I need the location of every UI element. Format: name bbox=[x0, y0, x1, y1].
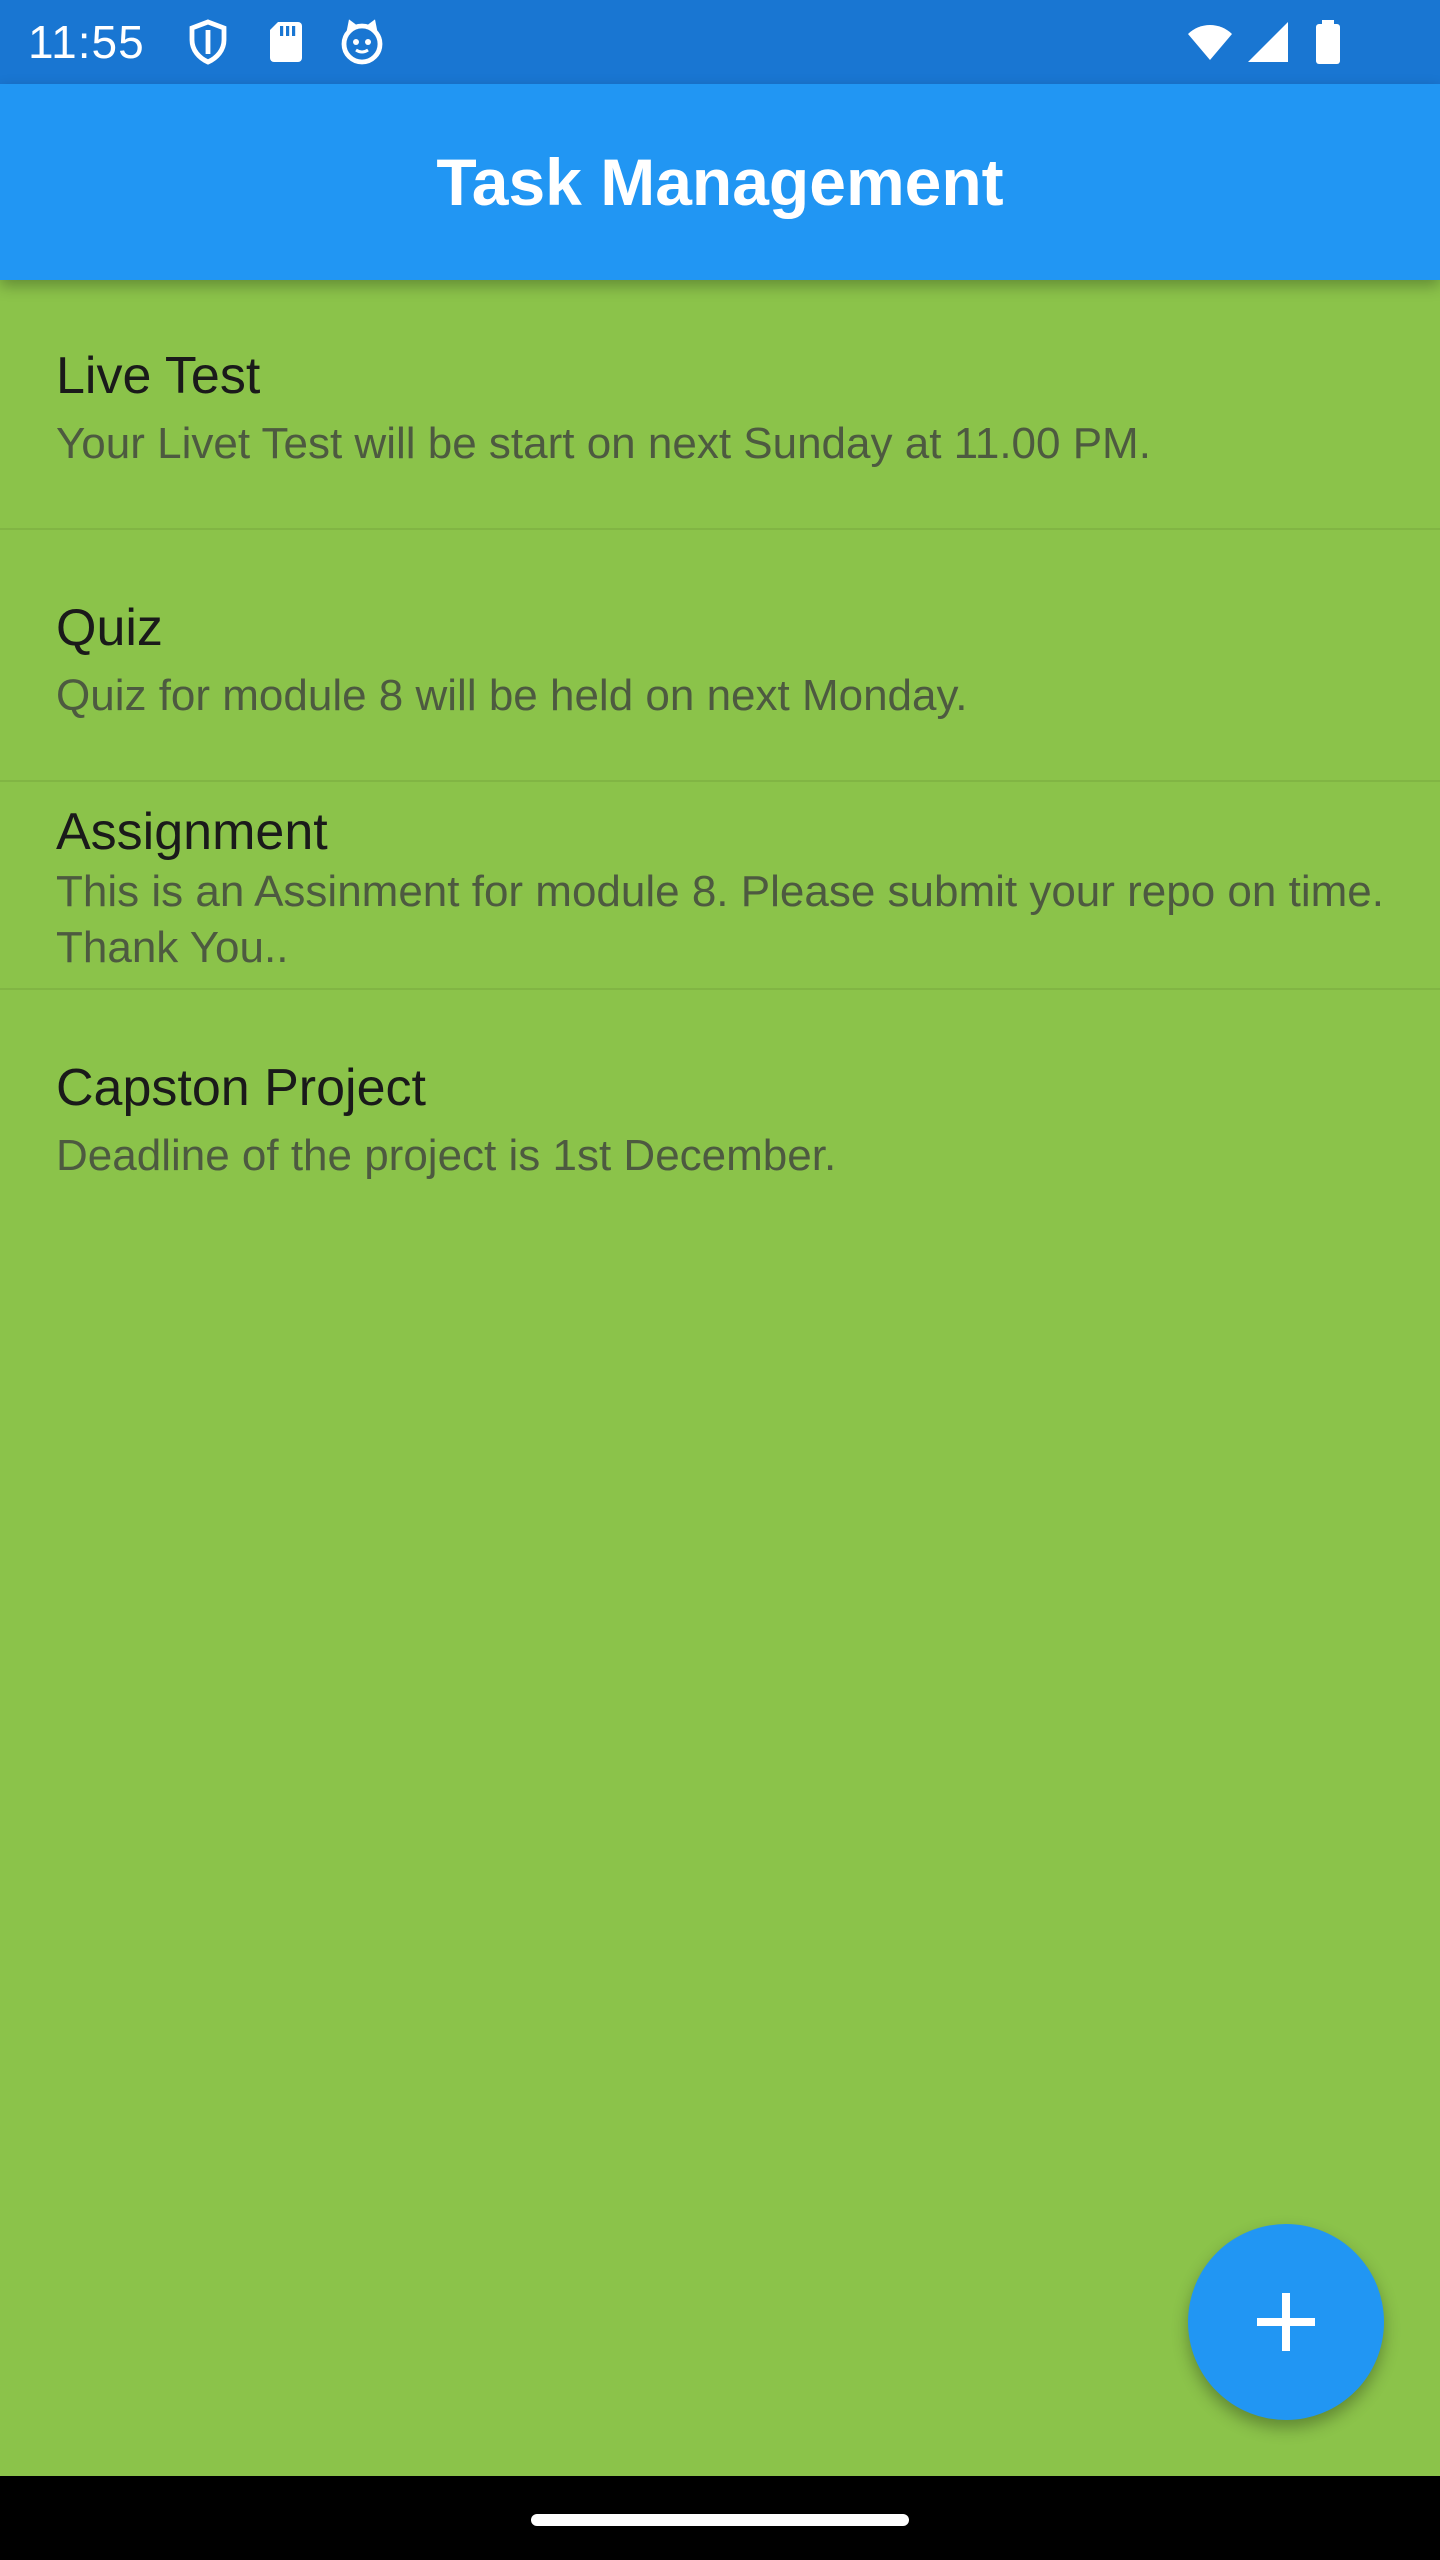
task-title: Live Test bbox=[56, 347, 261, 405]
status-time: 11:55 bbox=[28, 16, 145, 68]
page-title: Task Management bbox=[436, 145, 1004, 219]
task-list: Live Test Your Livet Test will be start … bbox=[0, 280, 1440, 1250]
list-item[interactable]: Live Test Your Livet Test will be start … bbox=[0, 280, 1440, 530]
list-item[interactable]: Capston Project Deadline of the project … bbox=[0, 990, 1440, 1250]
wifi-icon bbox=[1186, 18, 1234, 66]
battery-icon bbox=[1304, 18, 1352, 66]
task-title: Assignment bbox=[56, 803, 328, 861]
sd-card-icon bbox=[262, 18, 310, 66]
cellular-signal-icon bbox=[1244, 18, 1292, 66]
add-icon bbox=[1256, 2292, 1316, 2352]
list-item[interactable]: Quiz Quiz for module 8 will be held on n… bbox=[0, 530, 1440, 782]
status-bar: 11:55 bbox=[0, 0, 1440, 84]
task-title: Capston Project bbox=[56, 1059, 426, 1117]
add-task-button[interactable] bbox=[1188, 2224, 1384, 2420]
task-description: Your Livet Test will be start on next Su… bbox=[56, 419, 1151, 468]
list-item[interactable]: Assignment This is an Assinment for modu… bbox=[0, 782, 1440, 990]
system-navigation-bar bbox=[0, 2476, 1440, 2560]
task-description: Deadline of the project is 1st December. bbox=[56, 1131, 837, 1180]
shield-icon bbox=[184, 18, 232, 66]
task-title: Quiz bbox=[56, 599, 163, 657]
cat-face-icon bbox=[338, 18, 386, 66]
task-description: Quiz for module 8 will be held on next M… bbox=[56, 671, 968, 720]
app-bar: Task Management bbox=[0, 84, 1440, 280]
home-gesture-handle[interactable] bbox=[531, 2514, 909, 2526]
task-description: This is an Assinment for module 8. Pleas… bbox=[56, 867, 1384, 972]
